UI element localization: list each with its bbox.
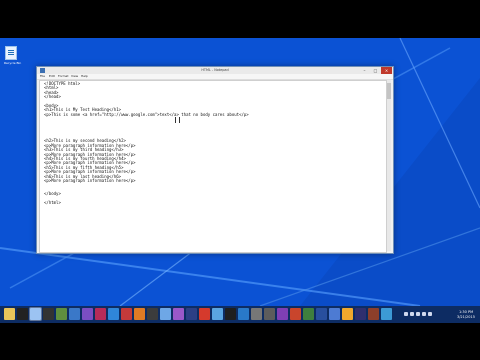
- scrollbar-thumb[interactable]: [387, 83, 391, 99]
- app-icon[interactable]: [121, 308, 132, 320]
- notepad-window: HTML - Notepad – □ × File Edit Format Vi…: [36, 66, 394, 254]
- text-cursor-icon: [175, 117, 180, 123]
- window-title: HTML - Notepad: [201, 68, 229, 72]
- editor-content[interactable]: <!DOCTYPE html> <html> <head> </head> <b…: [44, 81, 249, 205]
- app-icon[interactable]: [251, 308, 262, 320]
- app-icon[interactable]: [225, 308, 236, 320]
- terminal-icon[interactable]: [43, 308, 54, 320]
- app-icon[interactable]: [108, 308, 119, 320]
- menu-file[interactable]: File: [40, 74, 45, 79]
- app-icon[interactable]: [316, 308, 327, 320]
- app-icon[interactable]: [56, 308, 67, 320]
- app-icon[interactable]: [290, 308, 301, 320]
- screen: Recycle Bin HTML - Notepad – □ × File Ed…: [0, 0, 480, 360]
- app-icon[interactable]: [238, 308, 249, 320]
- battery-icon[interactable]: [416, 312, 420, 316]
- menu-format[interactable]: Format: [58, 74, 69, 79]
- system-tray: 1:30 PM 3/21/2015: [400, 306, 480, 323]
- app-icon[interactable]: [212, 308, 223, 320]
- close-button[interactable]: ×: [381, 67, 392, 74]
- keyboard-icon[interactable]: [428, 312, 432, 316]
- app-icon[interactable]: [355, 308, 366, 320]
- desktop-icon[interactable]: Recycle Bin: [4, 46, 21, 65]
- notepad-icon[interactable]: [30, 308, 41, 320]
- menu-view[interactable]: View: [71, 74, 78, 79]
- taskbar: 1:30 PM 3/21/2015: [0, 306, 480, 323]
- app-icon[interactable]: [381, 308, 392, 320]
- file-explorer-icon[interactable]: [4, 308, 15, 320]
- letterbox-bottom: [0, 323, 480, 360]
- command-prompt-icon[interactable]: [17, 308, 28, 320]
- app-icon[interactable]: [199, 308, 210, 320]
- app-icon[interactable]: [134, 308, 145, 320]
- app-icon[interactable]: [82, 308, 93, 320]
- app-icon[interactable]: [69, 308, 80, 320]
- vertical-scrollbar[interactable]: [387, 80, 391, 251]
- text-editor[interactable]: <!DOCTYPE html> <html> <head> </head> <b…: [39, 80, 387, 253]
- minimize-button[interactable]: –: [359, 67, 370, 74]
- app-icon[interactable]: [173, 308, 184, 320]
- app-icon[interactable]: [264, 308, 275, 320]
- letterbox-top: [0, 0, 480, 38]
- title-bar[interactable]: HTML - Notepad – □ ×: [37, 67, 393, 74]
- maximize-button[interactable]: □: [370, 67, 381, 74]
- desktop-icon-label: Recycle Bin: [4, 61, 22, 65]
- flag-icon[interactable]: [422, 312, 426, 316]
- app-icon[interactable]: [186, 308, 197, 320]
- network-icon[interactable]: [410, 312, 414, 316]
- clock-date[interactable]: 3/21/2015: [457, 315, 475, 319]
- volume-icon[interactable]: [404, 312, 408, 316]
- app-icon[interactable]: [368, 308, 379, 320]
- menu-edit[interactable]: Edit: [49, 74, 55, 79]
- app-icon[interactable]: [160, 308, 171, 320]
- app-icon[interactable]: [329, 308, 340, 320]
- app-icon[interactable]: [277, 308, 288, 320]
- app-icon[interactable]: [147, 308, 158, 320]
- clock-time[interactable]: 1:30 PM: [459, 310, 473, 314]
- document-icon: [4, 46, 17, 60]
- menu-help[interactable]: Help: [81, 74, 88, 79]
- app-icon[interactable]: [342, 308, 353, 320]
- app-icon[interactable]: [95, 308, 106, 320]
- app-icon[interactable]: [303, 308, 314, 320]
